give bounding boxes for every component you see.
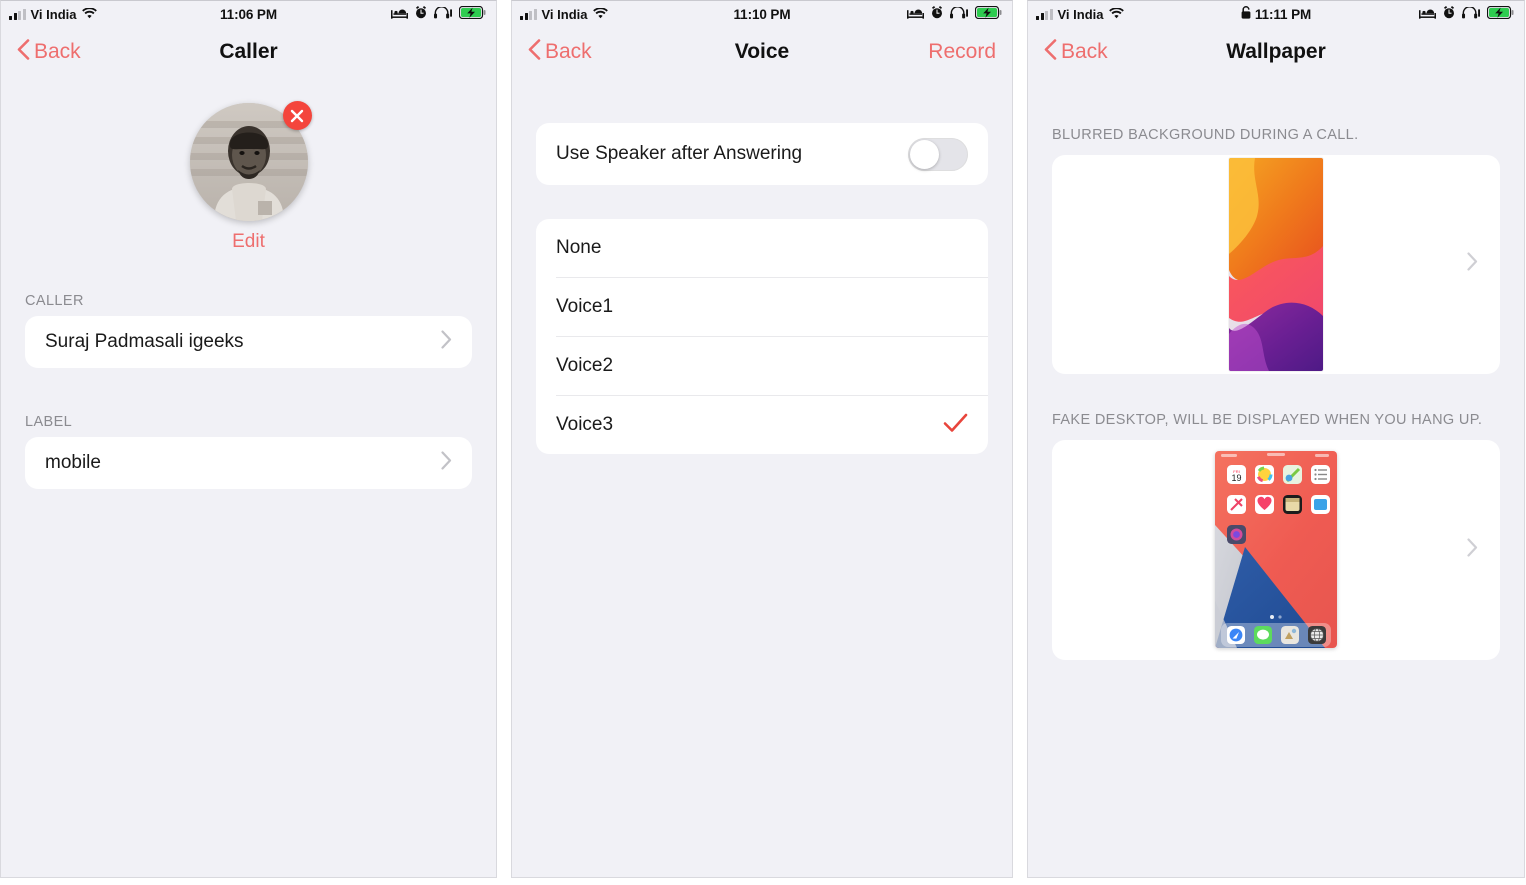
nav-bar: Back Wallpaper xyxy=(1028,27,1524,77)
status-bar-right xyxy=(907,5,1002,22)
status-bar-right xyxy=(1419,5,1514,22)
status-bar: Vi India 11:11 PM xyxy=(1028,1,1524,27)
phone-panel-voice: Vi India 11:10 PM Back Voice Record Use … xyxy=(511,0,1013,878)
caller-name-label: Suraj Padmasali igeeks xyxy=(45,331,244,352)
voice-option-row[interactable]: None xyxy=(536,219,988,277)
label-card: mobile xyxy=(25,437,472,489)
battery-charging-icon xyxy=(458,5,486,22)
toggle-knob xyxy=(910,139,939,169)
chevron-right-icon xyxy=(1467,251,1478,277)
status-bar: Vi India 11:06 PM xyxy=(1,1,496,27)
delete-photo-button[interactable] xyxy=(282,101,312,130)
battery-charging-icon xyxy=(974,5,1002,22)
headphones-icon xyxy=(434,5,452,22)
blurred-background-card[interactable] xyxy=(1052,154,1500,374)
section-header-label: LABEL xyxy=(25,414,73,430)
voice-option-row[interactable]: Voice3 xyxy=(536,396,988,454)
status-bar: Vi India 11:10 PM xyxy=(512,1,1012,27)
use-speaker-label: Use Speaker after Answering xyxy=(556,143,803,164)
voice-option-row[interactable]: Voice1 xyxy=(536,278,988,336)
svg-text:19: 19 xyxy=(1231,473,1241,483)
label-value-row[interactable]: mobile xyxy=(25,437,472,489)
phone-panel-caller: Vi India 11:06 PM Back Caller Edit CALLE… xyxy=(0,0,497,878)
avatar-section: Edit xyxy=(1,101,496,253)
battery-charging-icon xyxy=(1486,5,1514,22)
back-button[interactable]: Back xyxy=(17,38,81,66)
back-button[interactable]: Back xyxy=(1044,38,1108,66)
voice-option-label: Voice2 xyxy=(556,355,614,376)
caller-card: Suraj Padmasali igeeks xyxy=(25,316,472,368)
chevron-right-icon xyxy=(1467,537,1478,563)
edit-photo-link[interactable]: Edit xyxy=(232,231,265,253)
back-button[interactable]: Back xyxy=(528,38,592,66)
nav-bar: Back Voice Record xyxy=(512,27,1012,77)
ios13-wallpaper-thumbnail xyxy=(1229,157,1323,371)
close-icon xyxy=(290,109,304,122)
avatar-holder xyxy=(189,101,312,221)
use-speaker-row[interactable]: Use Speaker after Answering xyxy=(536,123,988,185)
label-value: mobile xyxy=(45,452,101,473)
bed-icon xyxy=(391,7,408,22)
chevron-left-icon xyxy=(528,38,541,66)
chevron-left-icon xyxy=(1044,38,1057,66)
ios14-homescreen-thumbnail: FRI 19 xyxy=(1215,451,1337,648)
back-label: Back xyxy=(545,40,592,63)
chevron-left-icon xyxy=(17,38,30,66)
chevron-right-icon xyxy=(441,329,452,355)
phone-panel-wallpaper: Vi India 11:11 PM Back Wallpaper BLURRED… xyxy=(1027,0,1525,878)
fake-desktop-caption: FAKE DESKTOP, WILL BE DISPLAYED WHEN YOU… xyxy=(1052,411,1483,428)
caller-name-row[interactable]: Suraj Padmasali igeeks xyxy=(25,316,472,368)
fake-desktop-card[interactable]: FRI 19 xyxy=(1052,439,1500,660)
bed-icon xyxy=(907,7,924,22)
section-header-caller: CALLER xyxy=(25,293,84,309)
alarm-clock-icon xyxy=(1443,6,1455,22)
headphones-icon xyxy=(1462,5,1480,22)
alarm-clock-icon xyxy=(931,6,943,22)
use-speaker-toggle[interactable] xyxy=(908,137,968,171)
voice-option-label: None xyxy=(556,237,602,258)
nav-bar: Back Caller xyxy=(1,27,496,77)
lock-icon xyxy=(1241,6,1251,22)
voice-option-label: Voice3 xyxy=(556,414,614,435)
chevron-right-icon xyxy=(441,450,452,476)
voice-options-card: None Voice1 Voice2 Voice3 xyxy=(536,219,988,454)
alarm-clock-icon xyxy=(415,6,427,22)
blurred-background-caption: BLURRED BACKGROUND DURING A CALL. xyxy=(1052,127,1359,143)
voice-option-label: Voice1 xyxy=(556,296,614,317)
back-label: Back xyxy=(34,40,81,63)
voice-option-row[interactable]: Voice2 xyxy=(536,337,988,395)
status-bar-right xyxy=(391,5,486,22)
back-label: Back xyxy=(1061,40,1108,63)
screenshot-stage: Vi India 11:06 PM Back Caller Edit CALLE… xyxy=(0,0,1526,885)
record-button[interactable]: Record xyxy=(928,40,996,64)
checkmark-icon xyxy=(943,412,968,438)
bed-icon xyxy=(1419,7,1436,22)
headphones-icon xyxy=(950,5,968,22)
speaker-card: Use Speaker after Answering xyxy=(536,123,988,185)
